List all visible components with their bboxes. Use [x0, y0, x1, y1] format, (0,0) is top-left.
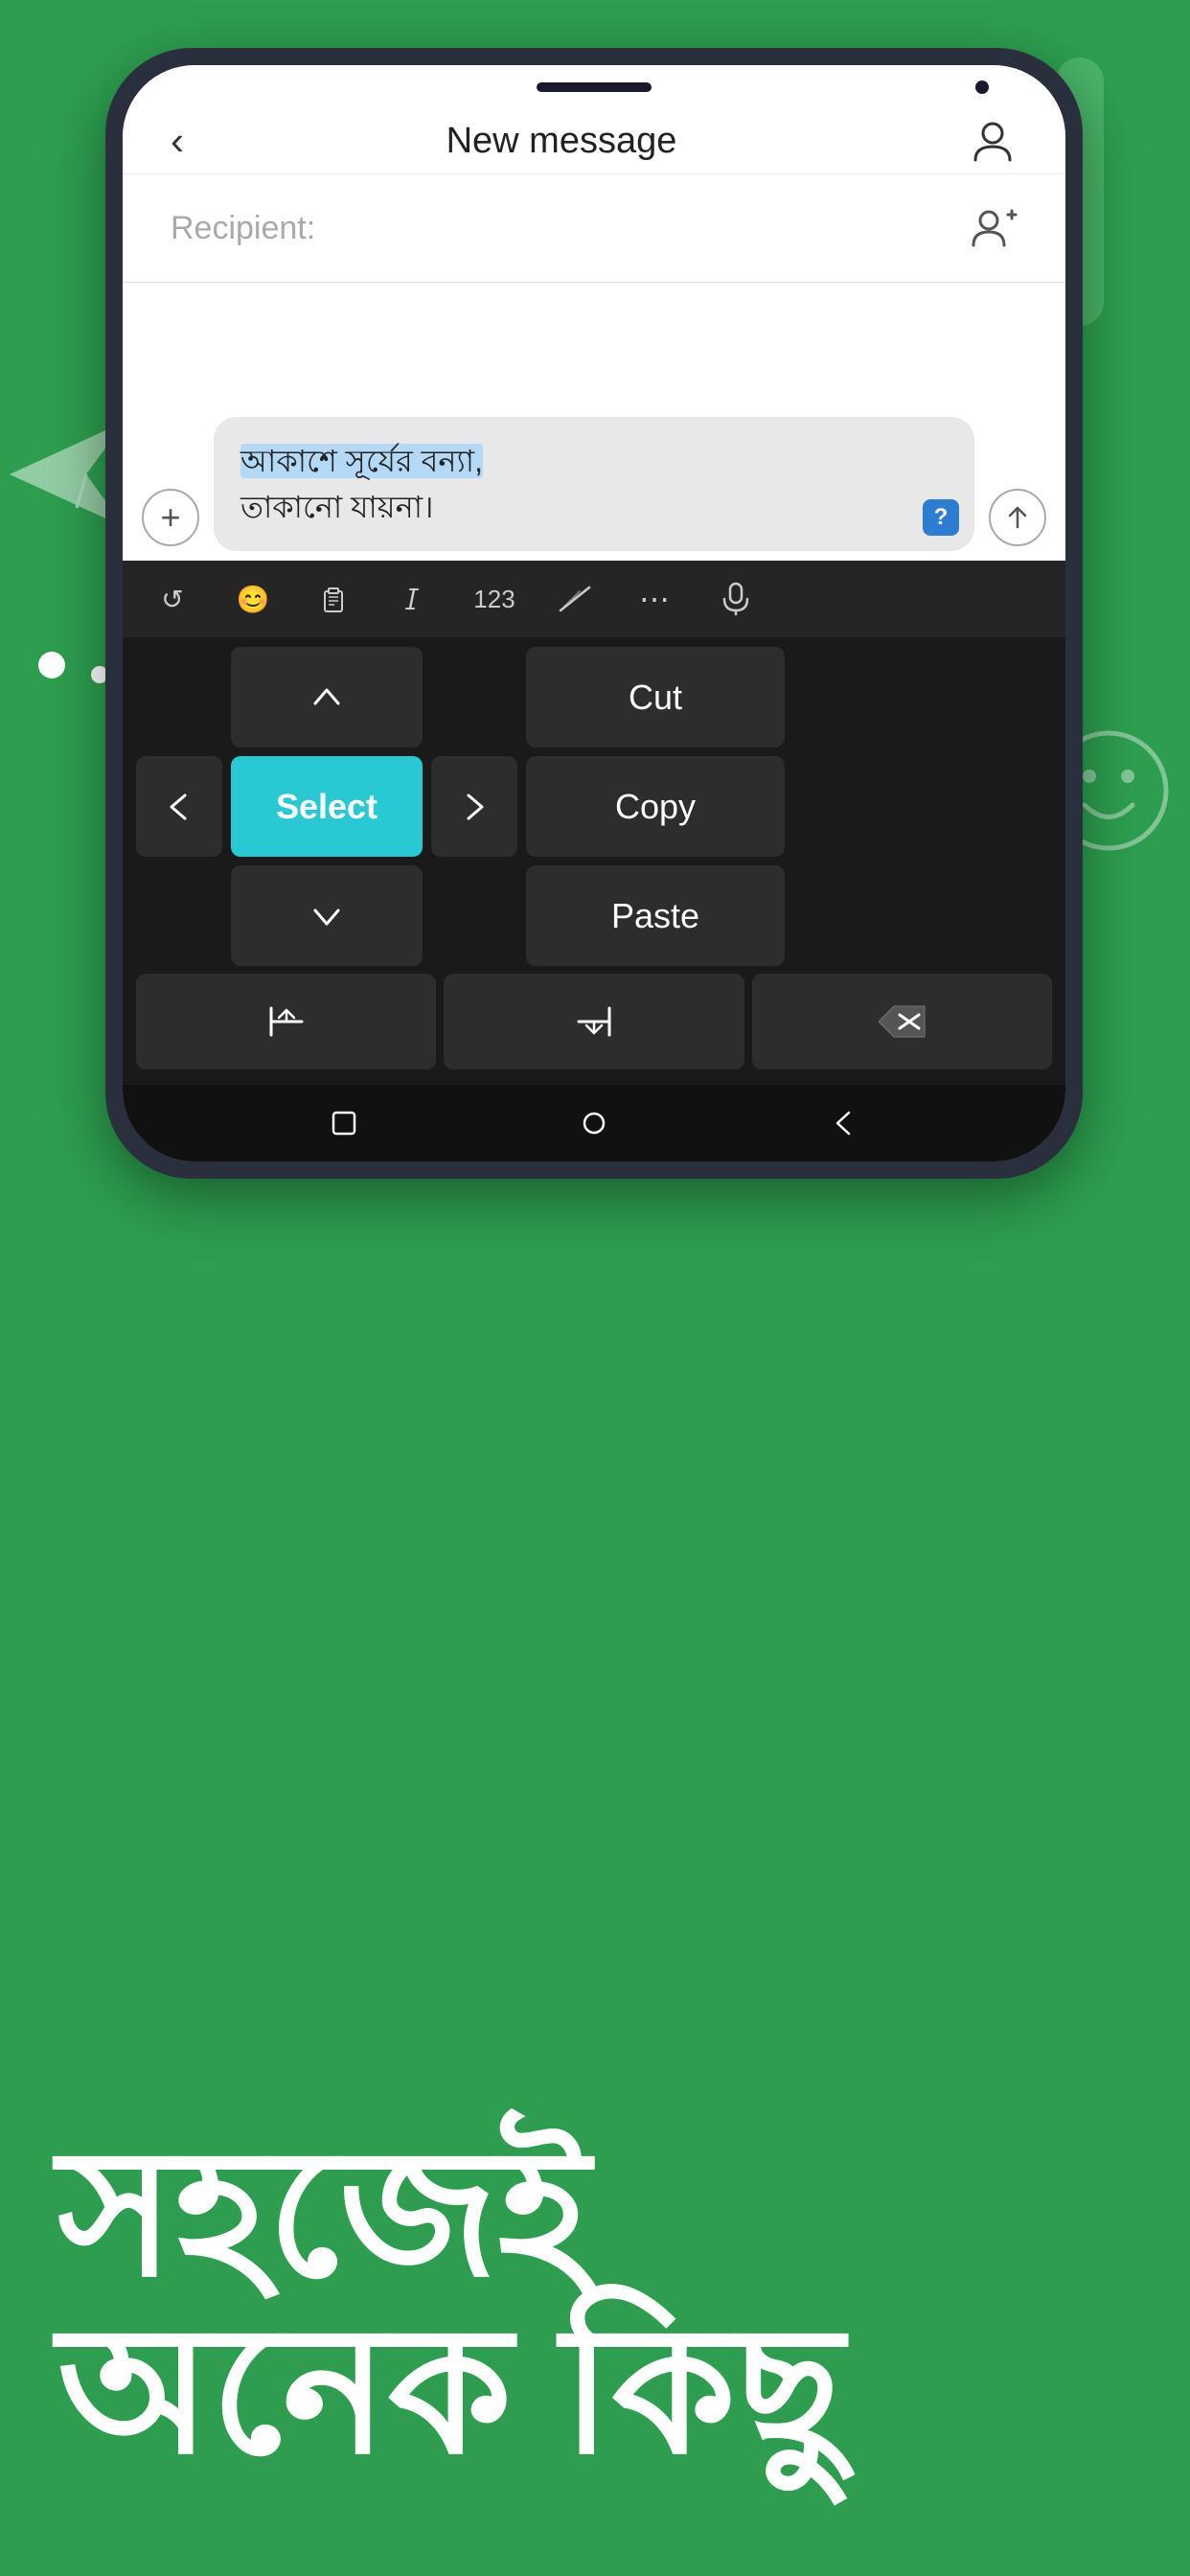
home-key[interactable]: [136, 974, 436, 1070]
recent-apps-button[interactable]: [320, 1099, 368, 1147]
toolbar-123-icon[interactable]: 123: [473, 578, 515, 620]
arrow-down-key[interactable]: [231, 865, 423, 966]
arrow-right-key[interactable]: [431, 756, 517, 857]
message-input-area[interactable]: + আকাশে সূর্যের বন্যা, তাকানো যায়না। ?: [123, 398, 1065, 561]
bottom-keyboard-row: [123, 966, 1065, 1085]
end-key[interactable]: [444, 974, 744, 1070]
send-button[interactable]: [989, 489, 1046, 546]
status-bar: [123, 65, 1065, 109]
message-text-line2: তাকানো যায়না।: [240, 490, 433, 524]
cut-key[interactable]: Cut: [526, 647, 785, 748]
toolbar-no-suggest-icon[interactable]: [554, 578, 596, 620]
recipient-field[interactable]: Recipient:: [123, 174, 1065, 283]
toolbar-mic-icon[interactable]: [715, 578, 757, 620]
status-bar-dot: [975, 80, 989, 94]
copy-key[interactable]: Copy: [526, 756, 785, 857]
bengali-text-line2: অনেক কিছু: [57, 2303, 1133, 2480]
toolbar-undo-icon[interactable]: ↺: [151, 578, 194, 620]
add-contact-icon[interactable]: [968, 116, 1018, 166]
keyboard-toolbar: ↺ 😊: [123, 561, 1065, 637]
status-bar-pill: [537, 82, 652, 92]
toolbar-clipboard-icon[interactable]: [312, 578, 355, 620]
compose-empty-area: [123, 283, 1065, 398]
bottom-text-section: সহজেই অনেক কিছু: [57, 2126, 1133, 2480]
system-nav-bar: [123, 1085, 1065, 1162]
selected-text: আকাশে সূর্যের বন্যা,: [240, 444, 483, 478]
contact-picker-icon[interactable]: [968, 203, 1018, 253]
app-header: ‹ New message: [123, 109, 1065, 175]
toolbar-more-icon[interactable]: ⋯: [634, 578, 676, 620]
back-button[interactable]: ‹: [171, 118, 184, 164]
select-key[interactable]: Select: [231, 756, 423, 857]
back-nav-button[interactable]: [820, 1099, 868, 1147]
bengali-text-line1: সহজেই: [57, 2126, 1133, 2303]
message-bubble[interactable]: আকাশে সূর্যের বন্যা, তাকানো যায়না। ?: [214, 417, 974, 551]
toolbar-italic-icon[interactable]: [393, 578, 435, 620]
paste-key[interactable]: Paste: [526, 865, 785, 966]
page-title: New message: [213, 121, 910, 162]
question-badge: ?: [923, 499, 959, 536]
phone-frame: ‹ New message Recipient:: [105, 48, 1083, 1179]
home-button[interactable]: [570, 1099, 618, 1147]
phone-screen: ‹ New message Recipient:: [123, 65, 1065, 1162]
backspace-key[interactable]: [752, 974, 1052, 1070]
keyboard: ↺ 😊: [123, 561, 1065, 1162]
toolbar-emoji-icon[interactable]: 😊: [232, 578, 274, 620]
arrow-left-key[interactable]: [136, 756, 222, 857]
arrow-up-key[interactable]: [231, 647, 423, 748]
recipient-placeholder: Recipient:: [171, 210, 968, 247]
attach-button[interactable]: +: [142, 489, 199, 546]
circle-decoration-1: [38, 652, 65, 678]
